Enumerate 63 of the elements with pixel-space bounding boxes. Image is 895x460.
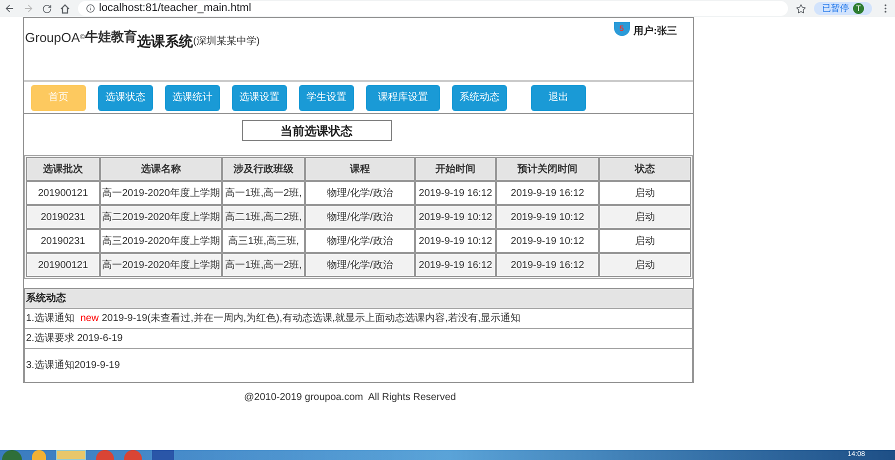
table-cell: 2019-9-19 10:12 <box>415 205 496 229</box>
table-cell: 2019-9-19 16:12 <box>415 253 496 277</box>
nav-button[interactable]: 选课设置 <box>232 84 287 110</box>
table-cell: 201900121 <box>26 253 100 277</box>
table-cell: 高三1班,高三班, <box>222 229 305 253</box>
column-header: 选课名称 <box>100 157 222 181</box>
table-cell: 高一1班,高一2班, <box>222 181 305 205</box>
table-cell: 20190231 <box>26 229 100 253</box>
table-cell: 2019-9-19 16:12 <box>415 181 496 205</box>
home-icon[interactable] <box>60 4 70 14</box>
table-cell: 2019-9-19 16:12 <box>496 253 599 277</box>
section-title: 当前选课状态 <box>242 120 392 141</box>
user-name: 用户:张三 <box>634 24 677 39</box>
reload-icon[interactable] <box>42 4 52 14</box>
nav-button[interactable]: 系统动态 <box>452 84 507 110</box>
brand-logo: GroupOA$^{©}$ <box>25 31 86 44</box>
info-icon <box>86 4 95 13</box>
notice-text[interactable]: 2.选课要求 2019-6-19 <box>26 331 123 346</box>
table-cell: 启动 <box>599 181 691 205</box>
table-cell: 2019-9-19 10:12 <box>415 229 496 253</box>
notice-text[interactable]: 3.选课通知2019-9-19 <box>26 358 120 373</box>
footer-text: @2010-2019 groupoa.com All Rights Reserved <box>244 391 456 405</box>
brand-name: 牛娃教育 <box>85 31 138 44</box>
back-icon[interactable] <box>4 3 15 14</box>
system-title: 选课系统 <box>137 34 194 48</box>
table-cell: 启动 <box>599 229 691 253</box>
table-cell: 物理/化学/政治 <box>305 229 415 253</box>
table-cell: 2019-9-19 10:12 <box>496 205 599 229</box>
table-cell: 20190231 <box>26 205 100 229</box>
table-cell: 物理/化学/政治 <box>305 181 415 205</box>
table-cell: 物理/化学/政治 <box>305 253 415 277</box>
star-icon[interactable] <box>796 4 806 14</box>
column-header: 涉及行政班级 <box>222 157 305 181</box>
forward-icon[interactable] <box>23 3 34 14</box>
table-cell: 高一1班,高一2班, <box>222 253 305 277</box>
column-header: 开始时间 <box>415 157 496 181</box>
notice-text[interactable]: 1.选课通知 new 2019-9-19(未查看过,并在一周内,为红色),有动态选课,就显示上面动态选课内容,若没有,显示通知 <box>26 311 521 326</box>
nav-button[interactable]: 学生设置 <box>299 84 354 110</box>
table-cell: 高一2019-2020年度上学期 <box>100 181 222 205</box>
url-text: localhost:81/teacher_main.html <box>99 3 252 14</box>
avatar: T <box>853 3 864 14</box>
nav-button[interactable]: 选课状态 <box>98 84 153 110</box>
table-cell: 高三2019-2020年度上学期 <box>100 229 222 253</box>
nav-button[interactable]: 课程库设置 <box>366 84 440 110</box>
table-cell: 2019-9-19 10:12 <box>496 229 599 253</box>
table-cell: 启动 <box>599 205 691 229</box>
table-cell: 2019-9-19 16:12 <box>496 181 599 205</box>
column-header: 状态 <box>599 157 691 181</box>
news-title: 系统动态 <box>25 289 692 309</box>
table-cell: 高一2019-2020年度上学期 <box>100 253 222 277</box>
column-header: 选课批次 <box>26 157 100 181</box>
address-bar[interactable]: localhost:81/teacher_main.html <box>78 1 788 16</box>
column-header: 课程 <box>305 157 415 181</box>
school-name: (深圳某某中学) <box>193 37 260 47</box>
table-cell: 201900121 <box>26 181 100 205</box>
profile-badge[interactable]: 已暂停 T <box>814 2 872 15</box>
table-cell: 高二2019-2020年度上学期 <box>100 205 222 229</box>
column-header: 预计关闭时间 <box>496 157 599 181</box>
table-cell: 高二1班,高二2班, <box>222 205 305 229</box>
nav-button[interactable]: 退出 <box>531 84 586 110</box>
table-cell: 物理/化学/政治 <box>305 205 415 229</box>
table-cell: 启动 <box>599 253 691 277</box>
nav-button[interactable]: 选课统计 <box>165 84 220 110</box>
